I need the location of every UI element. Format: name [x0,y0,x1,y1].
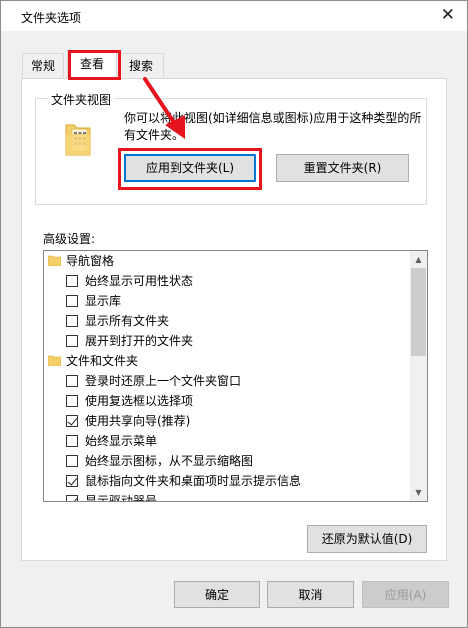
apply-button[interactable]: 应用(A) [362,581,449,608]
checkbox[interactable] [66,455,78,467]
folder-views-group-title: 文件夹视图 [48,91,115,108]
scroll-up-icon[interactable]: ▲ [410,251,427,268]
checkbox-label: 显示所有文件夹 [85,314,170,328]
checkbox[interactable] [66,335,78,347]
cancel-button[interactable]: 取消 [267,581,354,608]
checkbox[interactable] [66,395,78,407]
red-arrow-icon [143,77,185,139]
advanced-settings-list[interactable]: 导航窗格 始终显示可用性状态 显示库 显示所有文件夹 展开到打开的文件夹 文件和… [43,250,428,502]
checkbox-label: 使用共享向导(推荐) [85,414,191,428]
folder-options-dialog: 文件夹选项 ✕ 常规 查看 搜索 文件夹视图 你可以将此视图(如详细信息或图标)… [0,0,468,628]
checkbox-checked[interactable] [66,495,78,501]
checkbox[interactable] [66,375,78,387]
window-title: 文件夹选项 [21,11,82,25]
checkbox[interactable] [66,315,78,327]
checkbox-checked[interactable] [66,415,78,427]
checkbox-label: 展开到打开的文件夹 [85,334,194,348]
title-bar[interactable]: 文件夹选项 ✕ [1,1,467,31]
checkbox-label: 始终显示菜单 [85,434,158,448]
close-icon[interactable]: ✕ [441,5,455,25]
tab-general[interactable]: 常规 [22,53,64,78]
checkbox-label: 鼠标指向文件夹和桌面项时显示提示信息 [85,474,302,488]
scroll-thumb[interactable] [411,268,426,356]
checkbox-label: 始终显示可用性状态 [85,274,194,288]
folder-icon [48,255,61,266]
scroll-down-icon[interactable]: ▼ [410,484,427,501]
reset-folders-button[interactable]: 重置文件夹(R) [276,154,409,182]
tree-folder-label: 文件和文件夹 [66,354,139,368]
checkbox-checked[interactable] [66,475,78,487]
checkbox-label: 显示库 [85,294,122,308]
folder-icon [48,355,61,366]
highlight-box-apply-button [118,148,262,190]
checkbox-label: 使用复选框以选择项 [85,394,194,408]
advanced-settings-label: 高级设置: [43,232,96,246]
checkbox-label: 显示驱动器号 [85,494,158,502]
tree-folder-label: 导航窗格 [66,254,115,268]
highlight-box-view-tab [68,50,121,80]
checkbox[interactable] [66,275,78,287]
checkbox[interactable] [66,435,78,447]
checkbox[interactable] [66,295,78,307]
restore-defaults-button[interactable]: 还原为默认值(D) [307,525,427,553]
vertical-scrollbar[interactable]: ▲ ▼ [410,251,427,501]
checkbox-label: 登录时还原上一个文件夹窗口 [85,374,242,388]
checkbox-label: 始终显示图标，从不显示缩略图 [85,454,254,468]
ok-button[interactable]: 确定 [174,581,260,608]
folder-view-icon [65,124,91,156]
